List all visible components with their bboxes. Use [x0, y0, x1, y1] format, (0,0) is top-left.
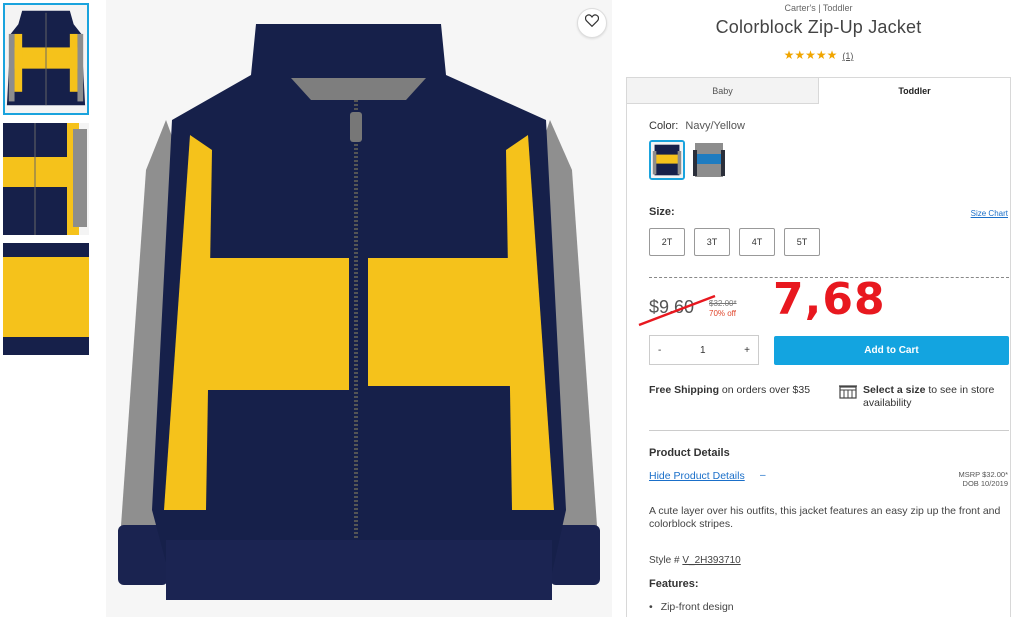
select-size-link[interactable]: Select a size [863, 384, 925, 396]
style-number: Style # V_2H393710 [649, 555, 741, 566]
star-rating-icon: ★★★★★ [783, 48, 838, 62]
discount-percent: 70% off [709, 309, 736, 318]
handwritten-price-annotation: 7,68 [773, 274, 886, 325]
size-chart-link[interactable]: Size Chart [971, 209, 1008, 218]
tab-toddler[interactable]: Toddler [818, 78, 1010, 104]
qty-value[interactable]: 1 [700, 345, 706, 356]
heart-icon [584, 14, 600, 32]
price-strike-annotation [638, 294, 716, 327]
qty-decrease-button[interactable]: - [658, 345, 661, 356]
thumbnail-strip [3, 3, 90, 363]
review-count-link[interactable]: (1) [842, 51, 853, 61]
collapse-icon[interactable]: – [760, 470, 766, 481]
swatch-gray-blue[interactable] [691, 140, 727, 180]
color-swatches [649, 140, 727, 180]
thumbnail-detail[interactable] [3, 243, 89, 355]
color-label-row: Color: Navy/Yellow [649, 120, 745, 132]
purchase-panel: Baby Toddler Color: Navy/Yellow Size: Si… [626, 77, 1011, 617]
details-divider [649, 430, 1009, 431]
color-selected-value: Navy/Yellow [685, 120, 745, 132]
msrp-info: MSRP $32.00* DOB 10/2019 [958, 470, 1008, 488]
add-to-cart-button[interactable]: Add to Cart [774, 336, 1009, 365]
swatch-navy-yellow[interactable] [649, 140, 685, 180]
thumbnail-front[interactable] [3, 3, 89, 115]
features-list: Zip-front design [649, 601, 734, 613]
product-description: A cute layer over his outfits, this jack… [649, 505, 1001, 530]
features-heading: Features: [649, 578, 699, 590]
quantity-stepper: - 1 + [649, 335, 759, 365]
product-title: Colorblock Zip-Up Jacket [715, 17, 922, 37]
qty-increase-button[interactable]: + [744, 345, 750, 356]
size-label: Size: [649, 206, 675, 218]
age-tabs: Baby Toddler [627, 78, 1010, 104]
size-4t-button[interactable]: 4T [739, 228, 775, 256]
product-details-heading: Product Details [649, 447, 730, 459]
size-options: 2T 3T 4T 5T [649, 228, 820, 256]
favorite-button[interactable] [577, 8, 607, 38]
size-5t-button[interactable]: 5T [784, 228, 820, 256]
list-item: Zip-front design [649, 601, 734, 613]
tab-baby[interactable]: Baby [627, 78, 818, 104]
color-label: Color: [649, 120, 679, 132]
thumbnail-side[interactable] [3, 123, 89, 235]
hide-details-link[interactable]: Hide Product Details [649, 470, 745, 482]
main-product-image [106, 0, 612, 617]
size-3t-button[interactable]: 3T [694, 228, 730, 256]
brand-breadcrumb[interactable]: Carter's | Toddler [626, 3, 1011, 13]
store-availability: Select a size to see in store availabili… [839, 384, 1011, 410]
store-icon [839, 384, 857, 410]
rating: ★★★★★ (1) [626, 48, 1011, 62]
size-2t-button[interactable]: 2T [649, 228, 685, 256]
original-price: $32.00* [709, 299, 737, 308]
product-info: Carter's | Toddler Colorblock Zip-Up Jac… [626, 0, 1011, 617]
free-shipping-note: Free Shipping on orders over $35 [649, 384, 811, 396]
